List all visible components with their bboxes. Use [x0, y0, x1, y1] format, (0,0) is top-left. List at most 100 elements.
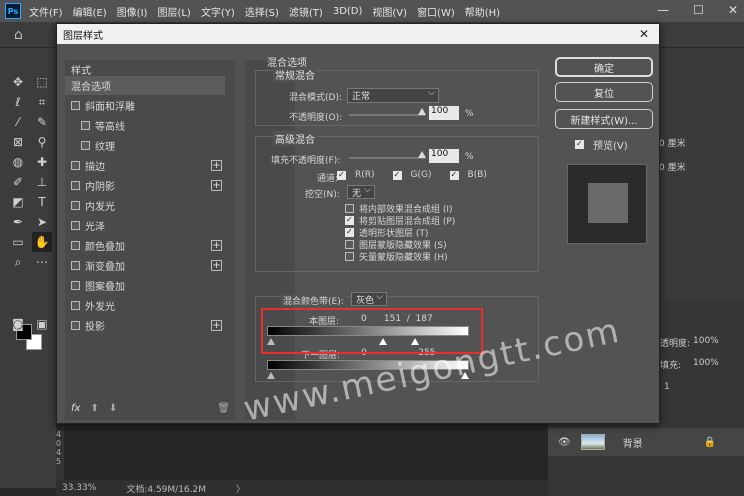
advanced-option-checkbox[interactable]	[345, 227, 354, 237]
clone-tool-icon[interactable]: ◍	[8, 152, 28, 172]
knockout-select[interactable]: 无	[347, 185, 375, 199]
add-style-icon[interactable]: +	[211, 320, 222, 331]
frame-tool-icon[interactable]: ⊠	[8, 132, 28, 152]
fill-opacity-input[interactable]: 100	[429, 149, 459, 163]
window-close-icon[interactable]: ✕	[728, 3, 738, 17]
style-item-checkbox[interactable]	[71, 221, 80, 230]
quick-select-tool-icon[interactable]: ✎	[32, 112, 52, 132]
more-tools-icon[interactable]: ⋯	[32, 252, 52, 272]
menu-image[interactable]: 图像(I)	[117, 4, 148, 19]
advanced-option-checkbox[interactable]	[345, 204, 354, 213]
home-icon[interactable]: ⌂	[14, 27, 23, 43]
menu-select[interactable]: 选择(S)	[245, 4, 279, 19]
stamp-tool-icon[interactable]: ⊥	[32, 172, 52, 192]
maximize-icon[interactable]: ☐	[693, 3, 704, 17]
move-tool-icon[interactable]: ✥	[8, 72, 28, 92]
layer-fill-value[interactable]: 100%	[693, 358, 719, 368]
style-item-checkbox[interactable]	[71, 101, 80, 110]
path-select-tool-icon[interactable]: ➤	[32, 212, 52, 232]
crop-tool-icon[interactable]: ⌗	[32, 92, 52, 112]
style-item-checkbox[interactable]	[71, 261, 80, 270]
style-item-checkbox[interactable]	[71, 241, 80, 250]
trash-icon[interactable]: 🗑	[217, 403, 230, 414]
eyedropper-tool-icon[interactable]: ⁄	[8, 112, 28, 132]
style-item-checkbox[interactable]	[81, 121, 90, 130]
channel-b-checkbox[interactable]	[449, 170, 459, 180]
pen-tool-icon[interactable]: ✒	[8, 212, 28, 232]
opacity-percent: %	[465, 109, 474, 119]
new-style-button[interactable]: 新建样式(W)...	[555, 109, 653, 129]
zoom-level[interactable]: 33.33%	[62, 483, 96, 493]
ok-button[interactable]: 确定	[555, 57, 653, 77]
eye-icon[interactable]: 👁	[558, 437, 571, 448]
bandage-tool-icon[interactable]: ✚	[32, 152, 52, 172]
style-item-label: 内发光	[85, 202, 115, 213]
zoom-tool-icon[interactable]: ⌕	[8, 252, 28, 272]
quick-mask-icon[interactable]: ◙	[8, 314, 28, 334]
advanced-option-checkbox[interactable]	[345, 252, 354, 261]
advanced-option-checkbox[interactable]	[345, 215, 354, 225]
reset-button[interactable]: 复位	[555, 82, 653, 102]
add-style-icon[interactable]: +	[211, 180, 222, 191]
fill-opacity-slider[interactable]	[349, 157, 425, 159]
blend-if-select[interactable]: 灰色	[351, 292, 387, 306]
style-item[interactable]: 混合选项	[65, 76, 225, 95]
blend-mode-select[interactable]: 正常	[347, 88, 439, 103]
menu-file[interactable]: 文件(F)	[29, 4, 63, 19]
fill-opacity-slider-thumb[interactable]	[418, 151, 426, 158]
styles-scrollbar[interactable]	[235, 60, 245, 420]
minimize-icon[interactable]: —	[657, 3, 669, 17]
move-up-icon[interactable]: ⬆	[90, 403, 98, 414]
eraser-tool-icon[interactable]: ◩	[8, 192, 28, 212]
opacity-slider-thumb[interactable]	[418, 108, 426, 115]
menu-layer[interactable]: 图层(L)	[157, 4, 190, 19]
layer-opacity-value[interactable]: 100%	[693, 336, 719, 346]
style-item-checkbox[interactable]	[71, 201, 80, 210]
style-item-checkbox[interactable]	[71, 301, 80, 310]
screen-mode-icon[interactable]: ▣	[32, 314, 52, 334]
menu-window[interactable]: 窗口(W)	[417, 4, 455, 19]
channel-r-checkbox[interactable]	[337, 170, 346, 180]
advanced-option-row[interactable]: 矢量蒙版隐藏效果 (H)	[345, 250, 448, 263]
style-item-checkbox[interactable]	[81, 141, 90, 150]
add-style-icon[interactable]: +	[211, 260, 222, 271]
move-down-icon[interactable]: ⬇	[109, 403, 117, 414]
lock-icon: 🔒	[703, 436, 716, 448]
marquee-tool-icon[interactable]: ⬚	[32, 72, 52, 92]
opacity-input[interactable]: 100	[429, 106, 459, 120]
tools-panel: ✥ ⬚ ℓ ⌗ ⁄ ✎ ⊠ ⚲ ◍ ✚ ✐ ⊥ ◩ T ✒ ➤ ▭ ✋ ⌕ ⋯ …	[0, 48, 56, 488]
add-style-icon[interactable]: +	[211, 240, 222, 251]
lasso-tool-icon[interactable]: ℓ	[8, 92, 28, 112]
preview-checkbox[interactable]	[575, 139, 584, 149]
status-arrow-icon[interactable]: 〉	[236, 482, 245, 495]
style-item-checkbox[interactable]	[71, 181, 80, 190]
add-style-icon[interactable]: +	[211, 160, 222, 171]
layer-row-background[interactable]: 👁 背景 🔒	[548, 428, 744, 456]
menu-type[interactable]: 文字(Y)	[201, 4, 235, 19]
shape-tool-icon[interactable]: ▭	[8, 232, 28, 252]
doc-size: 文档:4.59M/16.2M	[126, 484, 207, 495]
underlying-black-thumb[interactable]	[267, 372, 275, 379]
hand-tool-icon[interactable]: ✋	[32, 232, 52, 252]
width-field[interactable]: 0 厘米	[659, 136, 686, 149]
menu-edit[interactable]: 编辑(E)	[73, 4, 107, 19]
advanced-option-checkbox[interactable]	[345, 240, 354, 249]
text-tool-icon[interactable]: T	[32, 192, 52, 212]
style-item-checkbox[interactable]	[71, 321, 80, 330]
channel-g-checkbox[interactable]	[392, 170, 402, 180]
blending-options-section: 混合选项 常规混合 混合模式(D): 正常 不透明度(O): 100 % 高级混…	[253, 50, 543, 382]
menu-filter[interactable]: 滤镜(T)	[289, 4, 323, 19]
brush-tool-icon[interactable]: ✐	[8, 172, 28, 192]
dialog-title: 图层样式	[57, 24, 659, 44]
heal-tool-icon[interactable]: ⚲	[32, 132, 52, 152]
menu-view[interactable]: 视图(V)	[372, 4, 407, 19]
opacity-slider[interactable]	[349, 114, 425, 116]
style-item-checkbox[interactable]	[71, 161, 80, 170]
fx-icon[interactable]: fx	[71, 403, 80, 414]
dialog-close-icon[interactable]: ✕	[639, 27, 649, 41]
height-field[interactable]: 0 厘米	[659, 160, 686, 173]
style-item-checkbox[interactable]	[71, 281, 80, 290]
menu-help[interactable]: 帮助(H)	[465, 4, 500, 19]
channel-r-label: R(R)	[355, 170, 375, 180]
menu-3d[interactable]: 3D(D)	[333, 6, 363, 17]
